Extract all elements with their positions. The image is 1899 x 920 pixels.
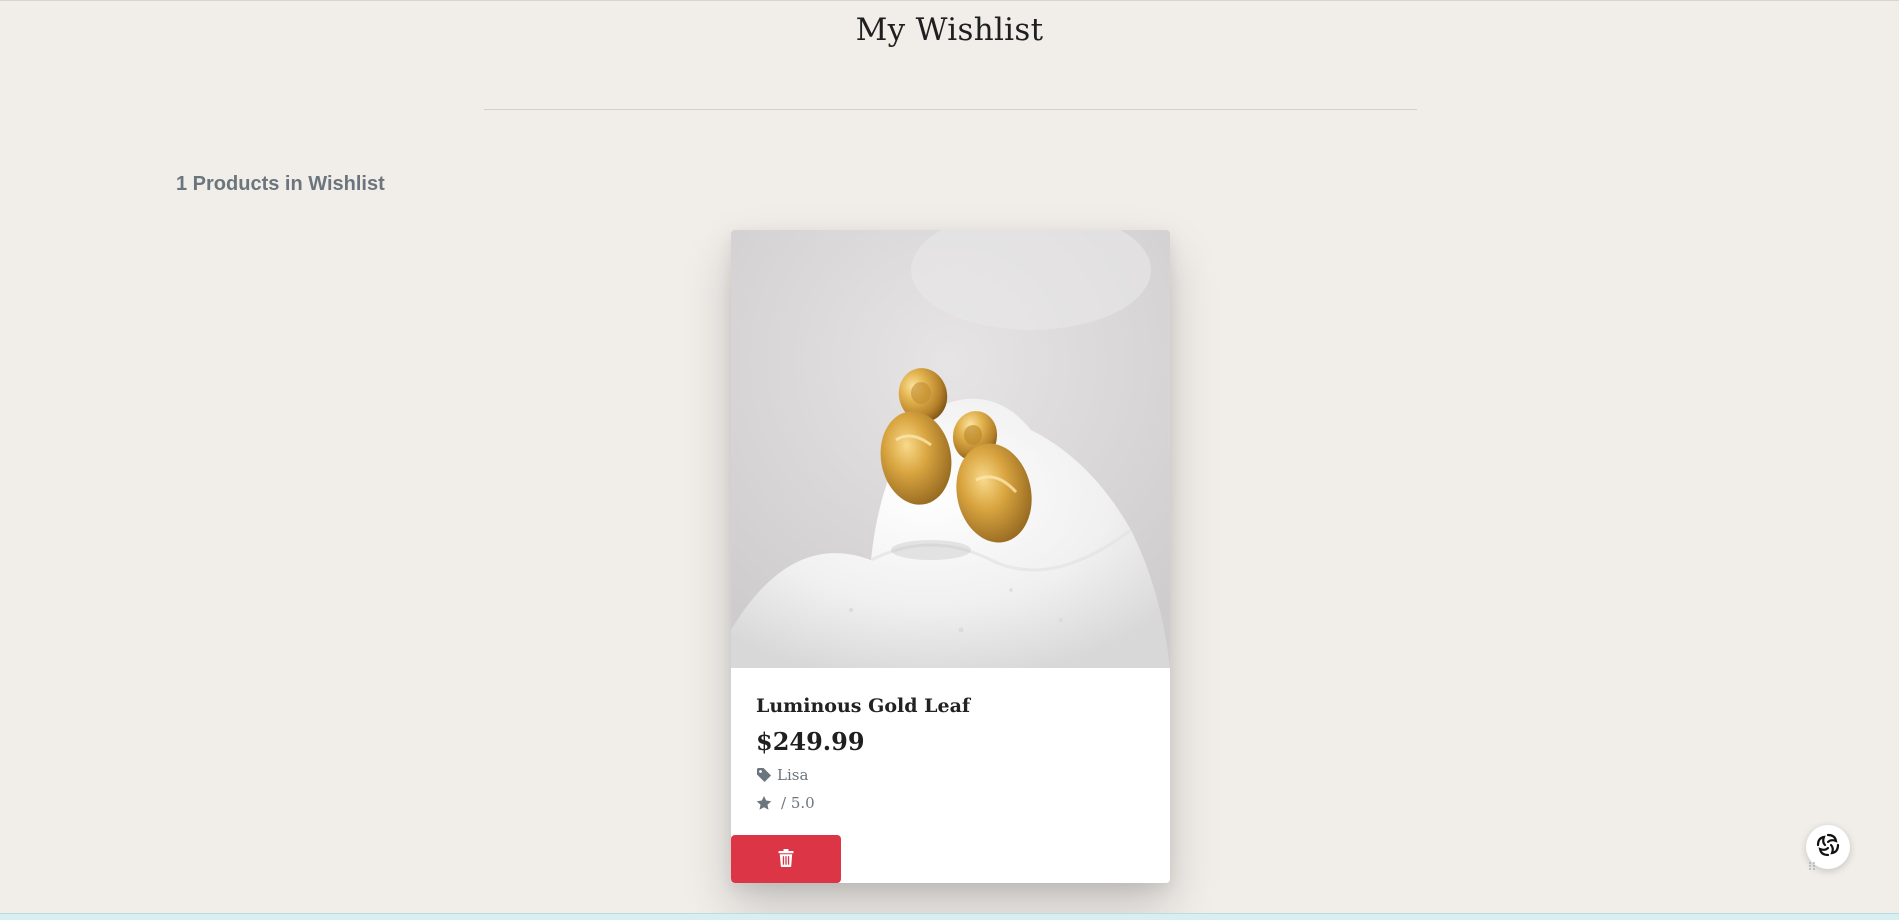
chat-widget-icon xyxy=(1815,832,1841,862)
top-border xyxy=(0,0,1899,1)
tag-icon xyxy=(756,767,772,783)
card-body: Luminous Gold Leaf $249.99 Lisa / 5.0 xyxy=(756,692,1146,815)
page-title: My Wishlist xyxy=(855,12,1044,48)
chat-drag-handle[interactable] xyxy=(1808,856,1816,870)
remove-from-wishlist-button[interactable] xyxy=(731,835,841,883)
gold-earrings-illustration xyxy=(731,230,1170,668)
product-brand: Lisa xyxy=(777,766,809,784)
product-brand-row: Lisa xyxy=(756,763,1146,787)
wishlist-product-card: Luminous Gold Leaf $249.99 Lisa / 5.0 xyxy=(731,230,1170,883)
title-divider xyxy=(484,109,1417,110)
product-rating: / 5.0 xyxy=(781,794,815,812)
wishlist-count-label: 1 Products in Wishlist xyxy=(176,173,385,195)
product-price: $249.99 xyxy=(756,727,865,756)
product-rating-row: / 5.0 xyxy=(756,791,1146,815)
star-icon xyxy=(756,795,772,811)
trash-icon xyxy=(778,848,794,870)
product-name[interactable]: Luminous Gold Leaf xyxy=(756,692,1146,720)
product-image[interactable] xyxy=(731,230,1170,668)
